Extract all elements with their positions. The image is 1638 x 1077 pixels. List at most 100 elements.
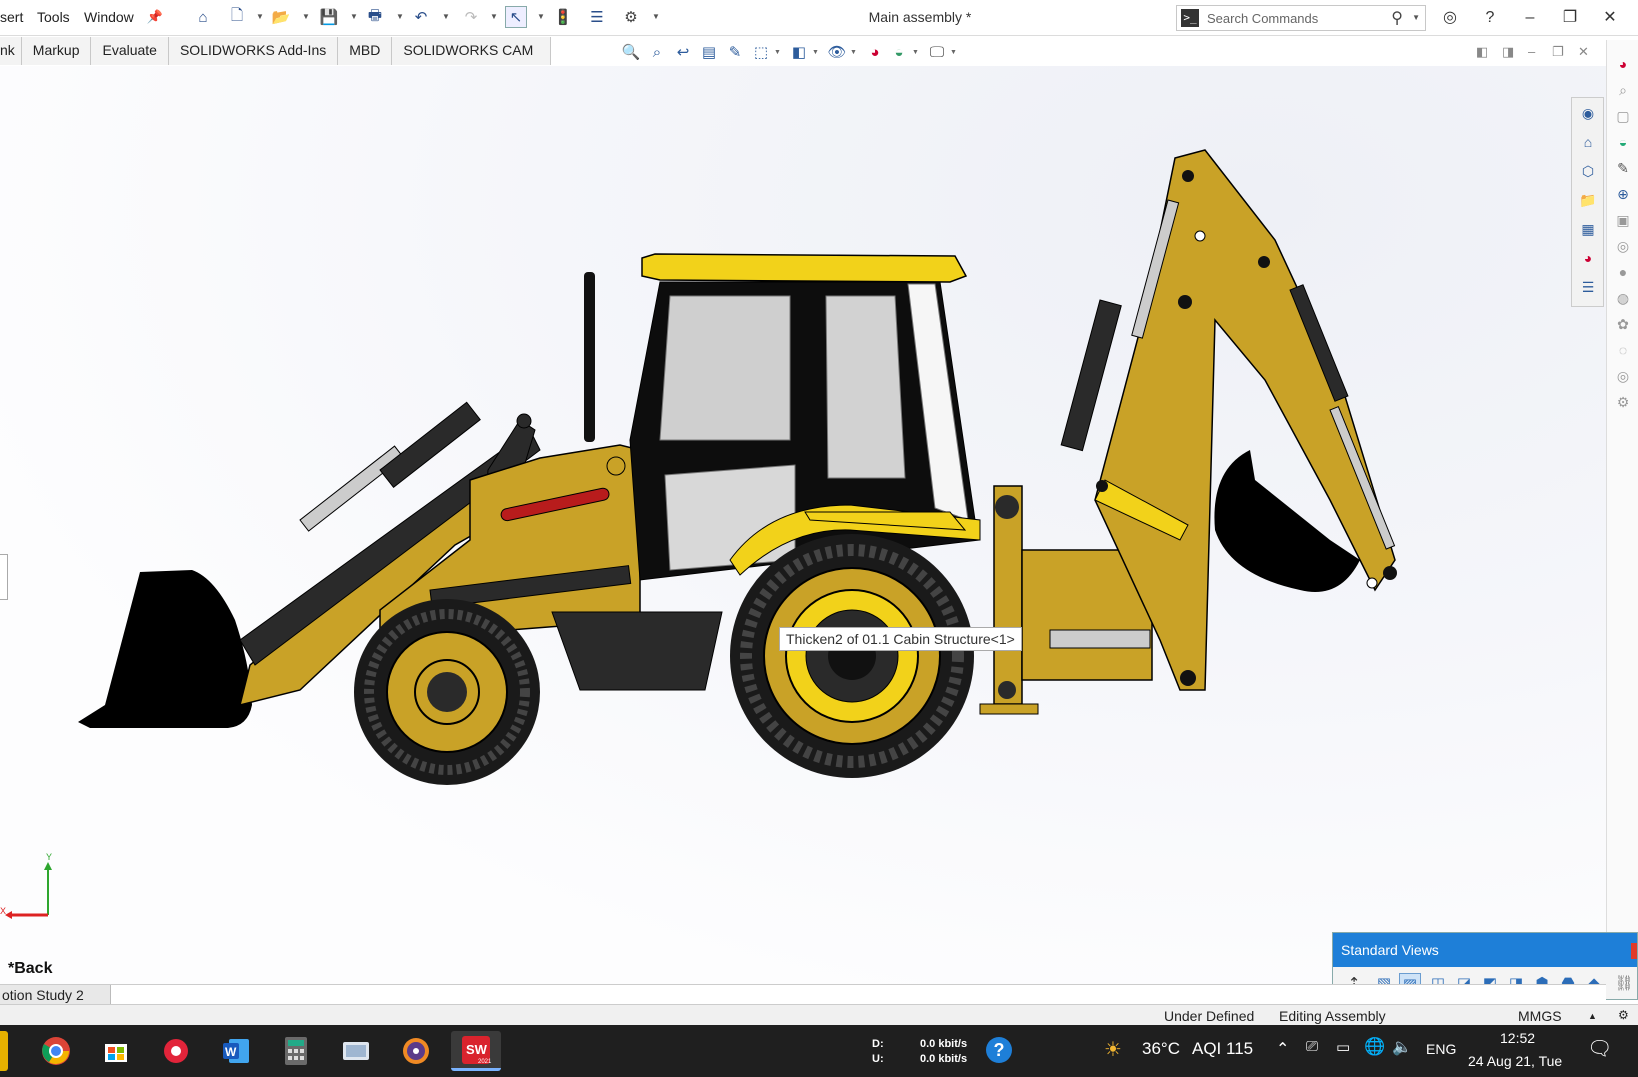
menu-insert[interactable]: sert (0, 9, 23, 25)
file-properties-icon[interactable]: ☰ (586, 6, 608, 28)
pane-item-12-icon[interactable]: ◌ (1613, 340, 1633, 360)
chrome-app-icon[interactable] (36, 1031, 76, 1071)
tab-evaluate[interactable]: Evaluate (91, 37, 169, 65)
pane-item-13-icon[interactable]: ◎ (1613, 366, 1633, 386)
search-commands-input[interactable]: >_ Search Commands ⚲ ▼ (1176, 5, 1426, 31)
word-app-icon[interactable]: W (216, 1031, 256, 1071)
clock-time[interactable]: 12:52 (1500, 1030, 1535, 1046)
search-icon[interactable]: ⚲ (1391, 8, 1403, 28)
front-loader-bucket[interactable] (78, 570, 252, 728)
user-account-icon[interactable]: ◎ (1438, 6, 1462, 30)
open-dropdown-icon[interactable]: ▼ (302, 12, 310, 21)
3d-box-icon[interactable]: ⬡ (1577, 160, 1599, 182)
pane-item-8-icon[interactable]: ◎ (1613, 236, 1633, 256)
help-tips-icon[interactable]: ? (986, 1037, 1012, 1063)
home-view-icon[interactable]: ⌂ (1577, 131, 1599, 153)
tab-sketch[interactable]: nk (0, 37, 22, 65)
battery-icon[interactable]: ▭ (1336, 1038, 1350, 1056)
pane-item-7-icon[interactable]: ▣ (1613, 210, 1633, 230)
backhoe-loader-model[interactable]: Y X (0, 66, 1606, 984)
custom-properties-pane-icon[interactable]: ⊕ (1613, 184, 1633, 204)
tab-mbd[interactable]: MBD (338, 37, 393, 65)
help-icon[interactable]: ? (1478, 6, 1502, 30)
save-icon[interactable]: 💾 (318, 6, 340, 28)
new-dropdown-icon[interactable]: ▼ (256, 12, 264, 21)
doc-minimize-icon[interactable]: – (1528, 44, 1535, 59)
calculator-app-icon[interactable] (276, 1031, 316, 1071)
view-palette-pane-icon[interactable]: ◒ (1613, 132, 1633, 152)
open-icon[interactable]: 📂 (270, 6, 292, 28)
status-units[interactable]: MMGS (1518, 1008, 1562, 1024)
view-settings-icon[interactable]: 🖵 (926, 42, 948, 64)
doc-tile-left-icon[interactable]: ◧ (1476, 44, 1488, 60)
menu-tools[interactable]: Tools (37, 9, 70, 25)
tab-motion-study-2[interactable]: otion Study 2 (0, 985, 111, 1005)
section-view-icon[interactable]: ▤ (698, 42, 720, 64)
standard-views-close-icon[interactable] (1631, 943, 1637, 959)
tab-markup[interactable]: Markup (21, 37, 92, 65)
redo-dropdown-icon[interactable]: ▼ (490, 12, 498, 21)
rebuild-icon[interactable]: 🚦 (552, 6, 574, 28)
front-wheel[interactable] (354, 599, 540, 785)
view-palette-icon[interactable]: ▦ (1577, 218, 1599, 240)
graphics-area[interactable]: Y X *Back ◉ ⌂ ⬡ 📁 ▦ ◕ ☰ Thicken2 of 01.1… (0, 66, 1606, 984)
dynamic-annotation-icon[interactable]: ✎ (724, 42, 746, 64)
zoom-to-area-icon[interactable]: ⌕ (646, 42, 668, 64)
input-language[interactable]: ENG (1426, 1041, 1456, 1057)
appearances-icon[interactable]: ◕ (1577, 247, 1599, 269)
restore-icon[interactable]: ❐ (1558, 6, 1582, 30)
standard-views-header[interactable]: Standard Views (1333, 933, 1637, 967)
close-icon[interactable]: ✕ (1598, 6, 1622, 30)
clock-date[interactable]: 24 Aug 21, Tue (1468, 1053, 1562, 1069)
cab-roof[interactable] (641, 253, 968, 283)
save-dropdown-icon[interactable]: ▼ (350, 12, 358, 21)
display-style-icon[interactable]: ◧ (788, 42, 810, 64)
volume-icon[interactable]: 🔈 (1392, 1037, 1412, 1057)
pane-item-11-icon[interactable]: ✿ (1613, 314, 1633, 334)
view-settings-dropdown-icon[interactable]: ▼ (950, 49, 957, 56)
weather-icon[interactable]: ☀ (1104, 1037, 1122, 1062)
doc-close-icon[interactable]: ✕ (1578, 44, 1589, 60)
tab-cam[interactable]: SOLIDWORKS CAM (392, 37, 552, 65)
notifications-icon[interactable]: 🗨 (1587, 1036, 1612, 1061)
solidworks-app-icon[interactable]: SW 2021 (451, 1031, 501, 1071)
zoom-to-fit-icon[interactable]: 🔍 (620, 42, 642, 64)
print-dropdown-icon[interactable]: ▼ (396, 12, 404, 21)
home-icon[interactable]: ⌂ (192, 6, 214, 28)
view-orientation-icon[interactable]: ⬚ (750, 42, 772, 64)
options-gear-icon[interactable]: ⚙ (620, 6, 642, 28)
doc-restore-icon[interactable]: ❐ (1552, 44, 1564, 60)
apply-scene-icon[interactable]: ◒ (888, 42, 910, 64)
tab-addins[interactable]: SOLIDWORKS Add-Ins (168, 37, 339, 65)
solidworks-resources-icon[interactable]: ◕ (1613, 54, 1633, 74)
network-globe-icon[interactable]: 🌐 (1364, 1037, 1385, 1057)
pane-item-14-icon[interactable]: ⚙ (1613, 392, 1633, 412)
edit-appearance-icon[interactable]: ◕ (864, 42, 886, 64)
rear-wheel[interactable] (730, 534, 974, 778)
hide-show-dropdown-icon[interactable]: ▼ (850, 49, 857, 56)
hide-show-items-icon[interactable]: 👁 (826, 42, 848, 64)
view-cube-icon[interactable]: ◉ (1577, 102, 1599, 124)
search-dropdown-icon[interactable]: ▼ (1412, 13, 1420, 22)
menu-window[interactable]: Window (84, 9, 134, 25)
file-viewer-app-icon[interactable] (336, 1031, 376, 1071)
options-dropdown-icon[interactable]: ▼ (652, 12, 660, 21)
undo-icon[interactable]: ↶ (410, 6, 432, 28)
minimize-icon[interactable]: – (1518, 6, 1542, 30)
display-style-dropdown-icon[interactable]: ▼ (812, 49, 819, 56)
new-document-icon[interactable]: 🗋 (226, 6, 248, 28)
pin-icon[interactable]: 📌 (144, 6, 166, 28)
music-app-icon[interactable] (156, 1031, 196, 1071)
pane-item-10-icon[interactable]: ◍ (1613, 288, 1633, 308)
redo-icon[interactable]: ↷ (460, 6, 482, 28)
weather-aqi[interactable]: AQI 115 (1192, 1039, 1253, 1059)
doc-tile-right-icon[interactable]: ◨ (1502, 44, 1514, 60)
file-explorer-app-icon[interactable] (0, 1031, 8, 1071)
design-library-icon[interactable]: ⌕ (1613, 80, 1633, 100)
select-dropdown-icon[interactable]: ▼ (537, 12, 545, 21)
appearances-pane-icon[interactable]: ✎ (1613, 158, 1633, 178)
file-explorer-icon[interactable]: 📁 (1577, 189, 1599, 211)
microsoft-store-app-icon[interactable] (96, 1031, 136, 1071)
previous-view-icon[interactable]: ↩ (672, 42, 694, 64)
weather-temperature[interactable]: 36°C (1142, 1039, 1180, 1059)
